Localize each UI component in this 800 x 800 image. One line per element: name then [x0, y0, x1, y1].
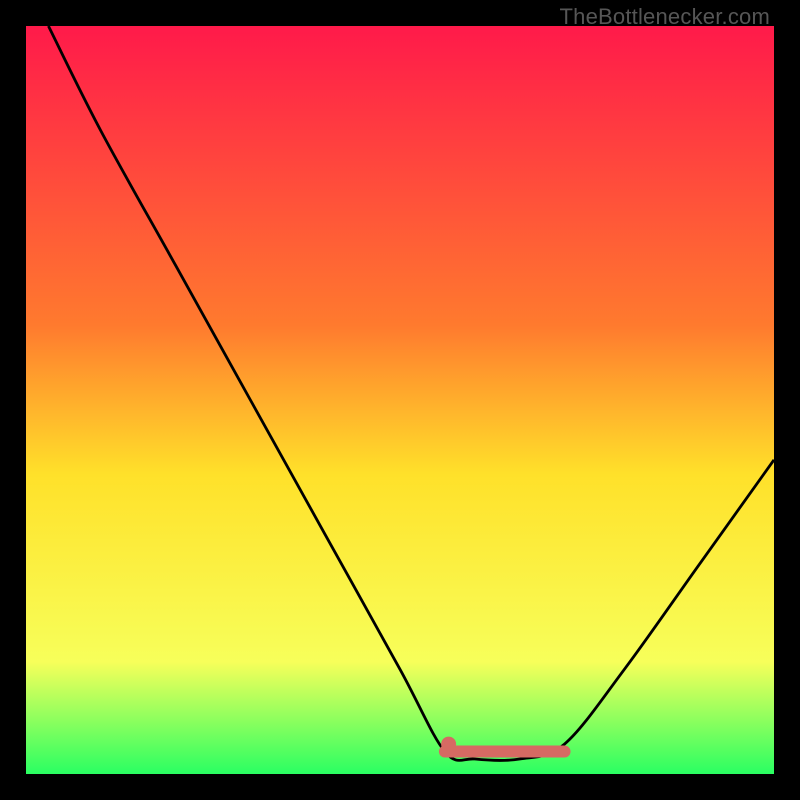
marker-dot [442, 737, 456, 751]
chart-frame [26, 26, 774, 774]
gradient-background [26, 26, 774, 774]
watermark-text: TheBottlenecker.com [560, 4, 770, 30]
chart-svg [26, 26, 774, 774]
